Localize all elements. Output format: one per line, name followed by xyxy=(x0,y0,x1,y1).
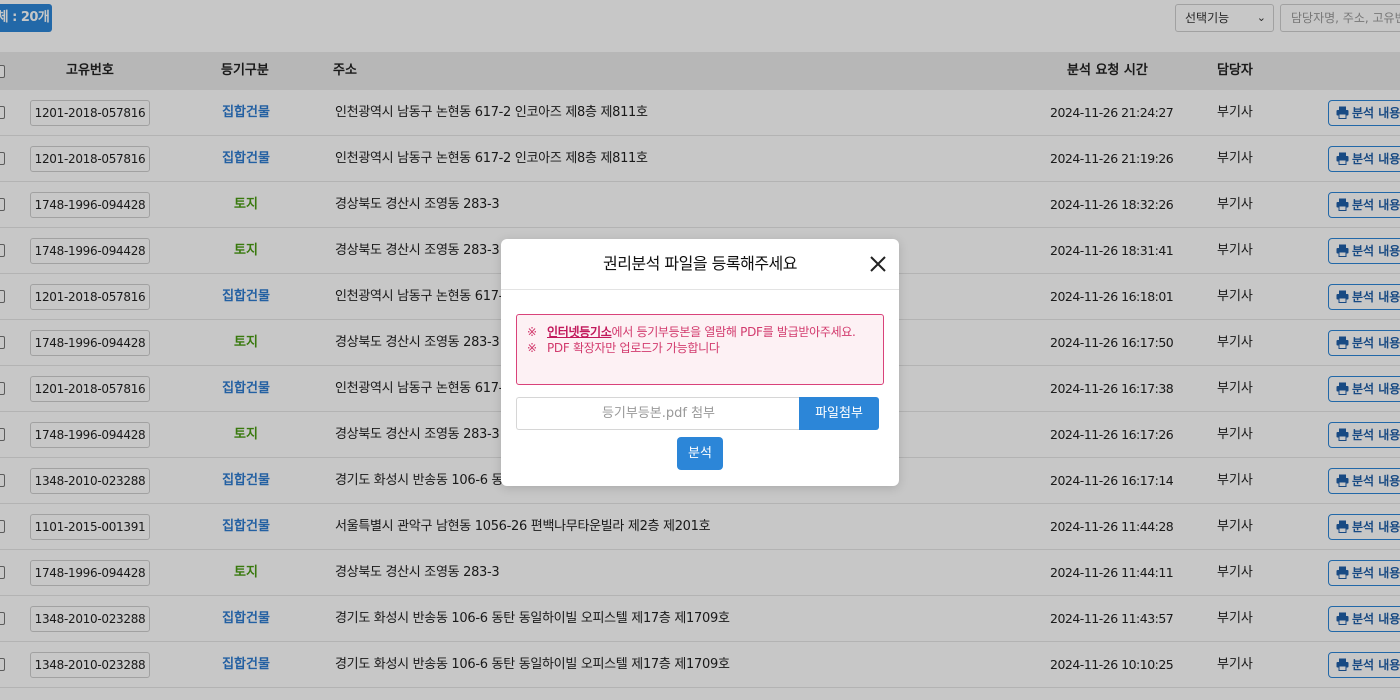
close-icon[interactable] xyxy=(867,253,889,275)
upload-modal: 권리분석 파일을 등록해주세요 ※ 인터넷등기소에서 등기부등본을 열람해 PD… xyxy=(501,239,899,486)
modal-title: 권리분석 파일을 등록해주세요 xyxy=(602,254,798,273)
notice-mark: ※ xyxy=(527,325,537,339)
modal-divider xyxy=(501,289,899,290)
notice-line-2: ※ PDF 확장자만 업로드가 가능합니다 xyxy=(527,340,873,356)
analyze-button[interactable]: 분석 xyxy=(677,437,723,470)
notice-line-1-text: 에서 등기부등본을 열람해 PDF를 발급받아주세요. xyxy=(611,325,856,339)
notice-line-1: ※ 인터넷등기소에서 등기부등본을 열람해 PDF를 발급받아주세요. xyxy=(527,324,873,340)
notice-box: ※ 인터넷등기소에서 등기부등본을 열람해 PDF를 발급받아주세요. ※ PD… xyxy=(516,314,884,385)
notice-line-2-text: PDF 확장자만 업로드가 가능합니다 xyxy=(547,341,720,355)
notice-mark: ※ xyxy=(527,341,537,355)
attach-file-button[interactable]: 파일첨부 xyxy=(799,397,879,430)
internet-registry-link[interactable]: 인터넷등기소 xyxy=(547,325,612,339)
file-name-field[interactable]: 등기부등본.pdf 첨부 xyxy=(516,397,800,430)
